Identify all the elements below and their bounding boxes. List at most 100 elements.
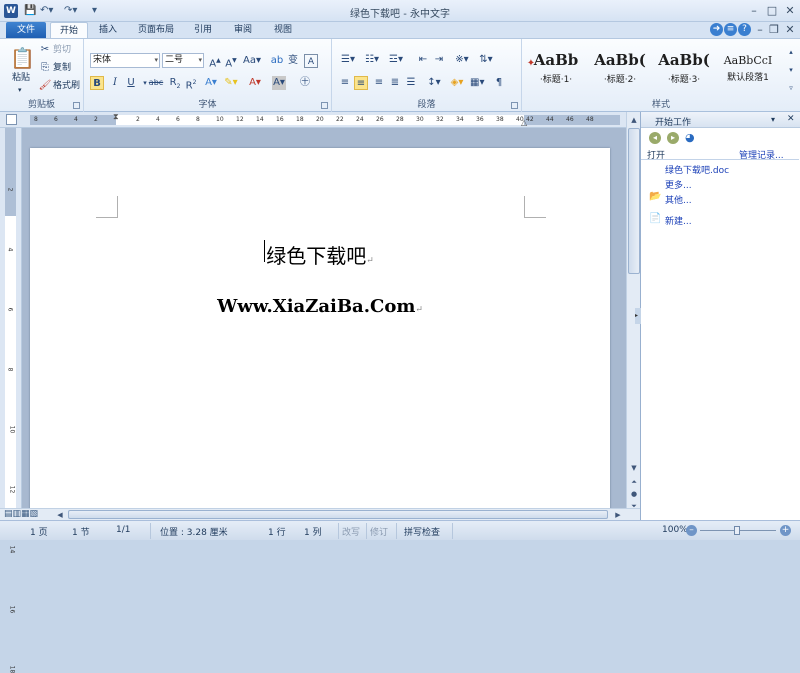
chinese-layout-icon[interactable]: ※▾ [452,53,472,67]
format-icon[interactable]: ≡ [724,23,737,36]
document-area[interactable]: 绿色下载吧↵ Www.XiaZaiBa.Com↵ [22,128,626,508]
pane-close-icon[interactable]: ✕ [787,114,795,124]
spell-check-button[interactable]: 拼写检查 [404,525,440,538]
more-files-link[interactable]: 更多... [665,178,692,191]
style-heading-3[interactable]: AaBb( ·标题·3· [654,47,714,93]
decrease-indent-icon[interactable]: ⇤ [416,53,430,67]
paste-icon[interactable]: 📋 [10,45,35,71]
help-icon[interactable]: ? [738,23,751,36]
bullets-icon[interactable]: ☰▾ [338,53,358,67]
new-doc-link[interactable]: 新建... [665,214,692,227]
manage-records-link[interactable]: 管理记录... [739,148,784,161]
strikethrough-icon[interactable]: abc [148,76,164,90]
text-effect-icon[interactable]: A▾ [204,76,218,90]
bold-icon[interactable]: B [90,76,104,90]
cut-button[interactable]: 剪切 [53,43,71,57]
ribbon-restore-button[interactable]: ❐ [766,22,782,37]
font-name-select[interactable]: 宋体 ▾ [90,53,160,68]
increase-indent-icon[interactable]: ⇥ [432,53,446,67]
pane-home-icon[interactable]: ◕ [685,131,695,144]
line-spacing-icon[interactable]: ↕▾ [424,76,444,90]
page[interactable]: 绿色下载吧↵ Www.XiaZaiBa.Com↵ [30,148,610,508]
scroll-up-icon[interactable]: ▲ [628,114,640,126]
highlight-icon[interactable]: ✎▾ [224,76,238,90]
pane-forward-icon[interactable]: ▸ [667,132,679,144]
hscroll-thumb[interactable] [68,510,608,519]
tab-review[interactable]: 审阅 [226,22,260,38]
vertical-ruler[interactable]: 2 4 6 8 10 12 14 16 18 [0,128,22,673]
shading-icon[interactable]: ◈▾ [450,76,464,90]
convert-chinese-icon[interactable]: 变 [286,54,300,68]
tab-insert[interactable]: 插入 [92,22,124,38]
subscript-icon[interactable]: R2 [168,76,182,90]
underline-icon[interactable]: U [124,76,138,90]
indent-marker-icon[interactable]: ⧗ [113,112,120,128]
minimize-button[interactable]: – [746,3,762,18]
copy-icon[interactable]: ⎘ [38,61,52,75]
align-center-icon[interactable]: ≡ [354,76,368,90]
back-icon[interactable]: ➜ [710,23,723,36]
copy-button[interactable]: 复制 [53,61,71,75]
numbering-icon[interactable]: ☷▾ [362,53,382,67]
shrink-font-icon[interactable]: A▼ [224,54,238,69]
zoom-in-icon[interactable]: + [780,525,791,536]
superscript-icon[interactable]: R2 [184,76,198,91]
align-left-icon[interactable]: ≡ [338,76,352,90]
font-size-select[interactable]: 二号 ▾ [162,53,204,68]
style-heading-2[interactable]: AaBb( ·标题·2· [590,47,650,93]
zoom-slider-thumb[interactable] [734,526,740,535]
tab-file[interactable]: 文件 [6,22,46,38]
distributed-icon[interactable]: ☰ [404,76,418,90]
font-color-icon[interactable]: A▾ [248,76,262,90]
zoom-level[interactable]: 100% [662,525,688,535]
tab-home[interactable]: 开始 [50,22,88,38]
ribbon-close-button[interactable]: ✕ [782,22,798,37]
pane-back-icon[interactable]: ◂ [649,132,661,144]
tab-references[interactable]: 引用 [186,22,220,38]
styles-scroll-up-icon[interactable]: ▴ [784,45,798,59]
paragraph-launcher-icon[interactable] [511,102,518,109]
style-heading-1[interactable]: AaBb ·标题·1· [526,47,586,93]
pane-collapse-icon[interactable]: ▸ [635,308,641,324]
style-default-para[interactable]: AaBbCcI 默认段落1 [718,47,778,93]
browse-object-icon[interactable]: ● [628,488,640,500]
scroll-thumb[interactable] [628,128,640,274]
format-painter-icon[interactable]: 🖌 [38,79,52,93]
revise-toggle[interactable]: 修订 [370,525,388,538]
enclose-char-icon[interactable]: ㊉ [298,76,312,90]
doc-heading[interactable]: 绿色下载吧↵ [30,240,610,269]
paste-dropdown-icon[interactable]: ▾ [18,83,22,97]
multilevel-list-icon[interactable]: ☲▾ [386,53,406,67]
scroll-down-icon[interactable]: ▼ [628,462,640,474]
grow-font-icon[interactable]: A▲ [208,54,222,69]
show-marks-icon[interactable]: ¶ [492,76,506,90]
italic-icon[interactable]: I [108,76,122,90]
clipboard-launcher-icon[interactable] [73,102,80,109]
styles-scroll-down-icon[interactable]: ▾ [784,63,798,77]
maximize-button[interactable]: □ [764,3,780,18]
justify-icon[interactable]: ≣ [388,76,402,90]
recent-file-link[interactable]: 绿色下载吧.doc [665,163,729,176]
phonetic-icon[interactable]: ab [270,54,284,68]
tab-selector-icon[interactable] [6,114,17,125]
change-case-icon[interactable]: Aa▾ [242,54,262,68]
tab-page-layout[interactable]: 页面布局 [130,22,182,38]
other-files-link[interactable]: 其他... [665,193,692,206]
format-painter-button[interactable]: 格式刷 [53,79,80,93]
char-shading-icon[interactable]: A▾ [272,76,286,90]
view-buttons-icon[interactable]: ▤▥▦▧ [4,509,38,519]
align-right-icon[interactable]: ≡ [372,76,386,90]
overwrite-toggle[interactable]: 改写 [342,525,360,538]
close-button[interactable]: ✕ [782,3,798,18]
sort-icon[interactable]: ⇅▾ [476,53,496,67]
zoom-out-icon[interactable]: – [686,525,697,536]
doc-url-line[interactable]: Www.XiaZaiBa.Com↵ [30,296,610,317]
horizontal-ruler[interactable]: ⧗ △ 8 6 4 2 2 4 6 8 10 12 14 16 18 20 22 24 26 28 30 32 34 36… [0,112,640,128]
cut-icon[interactable]: ✂ [38,43,52,57]
tab-view[interactable]: 视图 [266,22,300,38]
char-border-icon[interactable]: A [304,54,318,68]
pane-menu-icon[interactable]: ▾ [771,115,775,124]
font-launcher-icon[interactable] [321,102,328,109]
styles-more-icon[interactable]: ▿ [784,81,798,95]
prev-page-icon[interactable]: ⏶ [628,476,640,488]
